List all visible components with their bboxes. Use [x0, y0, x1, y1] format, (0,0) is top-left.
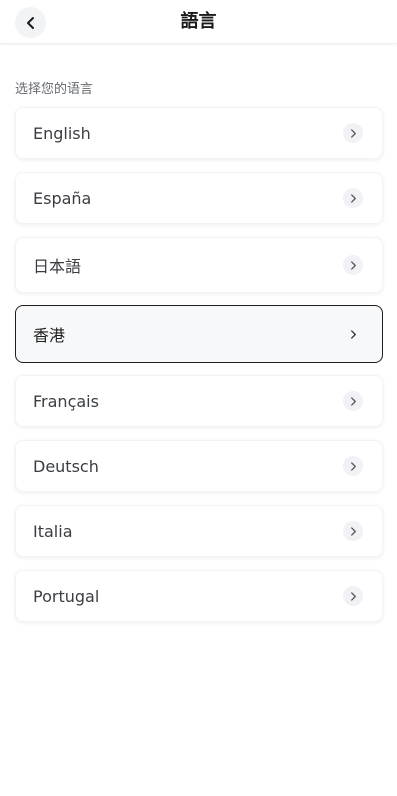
chevron-right-icon — [343, 456, 363, 476]
chevron-right-icon — [343, 324, 363, 344]
language-label: 香港 — [33, 326, 66, 345]
chevron-right-icon — [343, 188, 363, 208]
chevron-right-icon — [343, 586, 363, 606]
language-label: 日本語 — [33, 257, 82, 276]
language-label: Français — [33, 391, 99, 411]
language-item-italia[interactable]: Italia — [15, 505, 383, 557]
chevron-right-icon — [343, 255, 363, 275]
section-subtitle: 选择您的语言 — [15, 82, 94, 97]
language-item-japanese[interactable]: 日本語 — [15, 237, 383, 293]
language-label: Portugal — [33, 586, 100, 606]
language-item-deutsch[interactable]: Deutsch — [15, 440, 383, 492]
language-item-espana[interactable]: España — [15, 172, 383, 224]
top-bar: 語言 — [0, 0, 397, 44]
chevron-right-icon — [343, 391, 363, 411]
page-title: 語言 — [180, 11, 217, 32]
chevron-right-icon — [343, 123, 363, 143]
chevron-right-icon — [343, 521, 363, 541]
language-label: Italia — [33, 521, 73, 541]
language-label: English — [33, 123, 91, 143]
language-label: España — [33, 188, 92, 208]
language-item-english[interactable]: English — [15, 107, 383, 159]
language-item-francais[interactable]: Français — [15, 375, 383, 427]
language-item-portugal[interactable]: Portugal — [15, 570, 383, 622]
language-item-hongkong[interactable]: 香港 — [15, 305, 383, 363]
language-label: Deutsch — [33, 456, 99, 476]
